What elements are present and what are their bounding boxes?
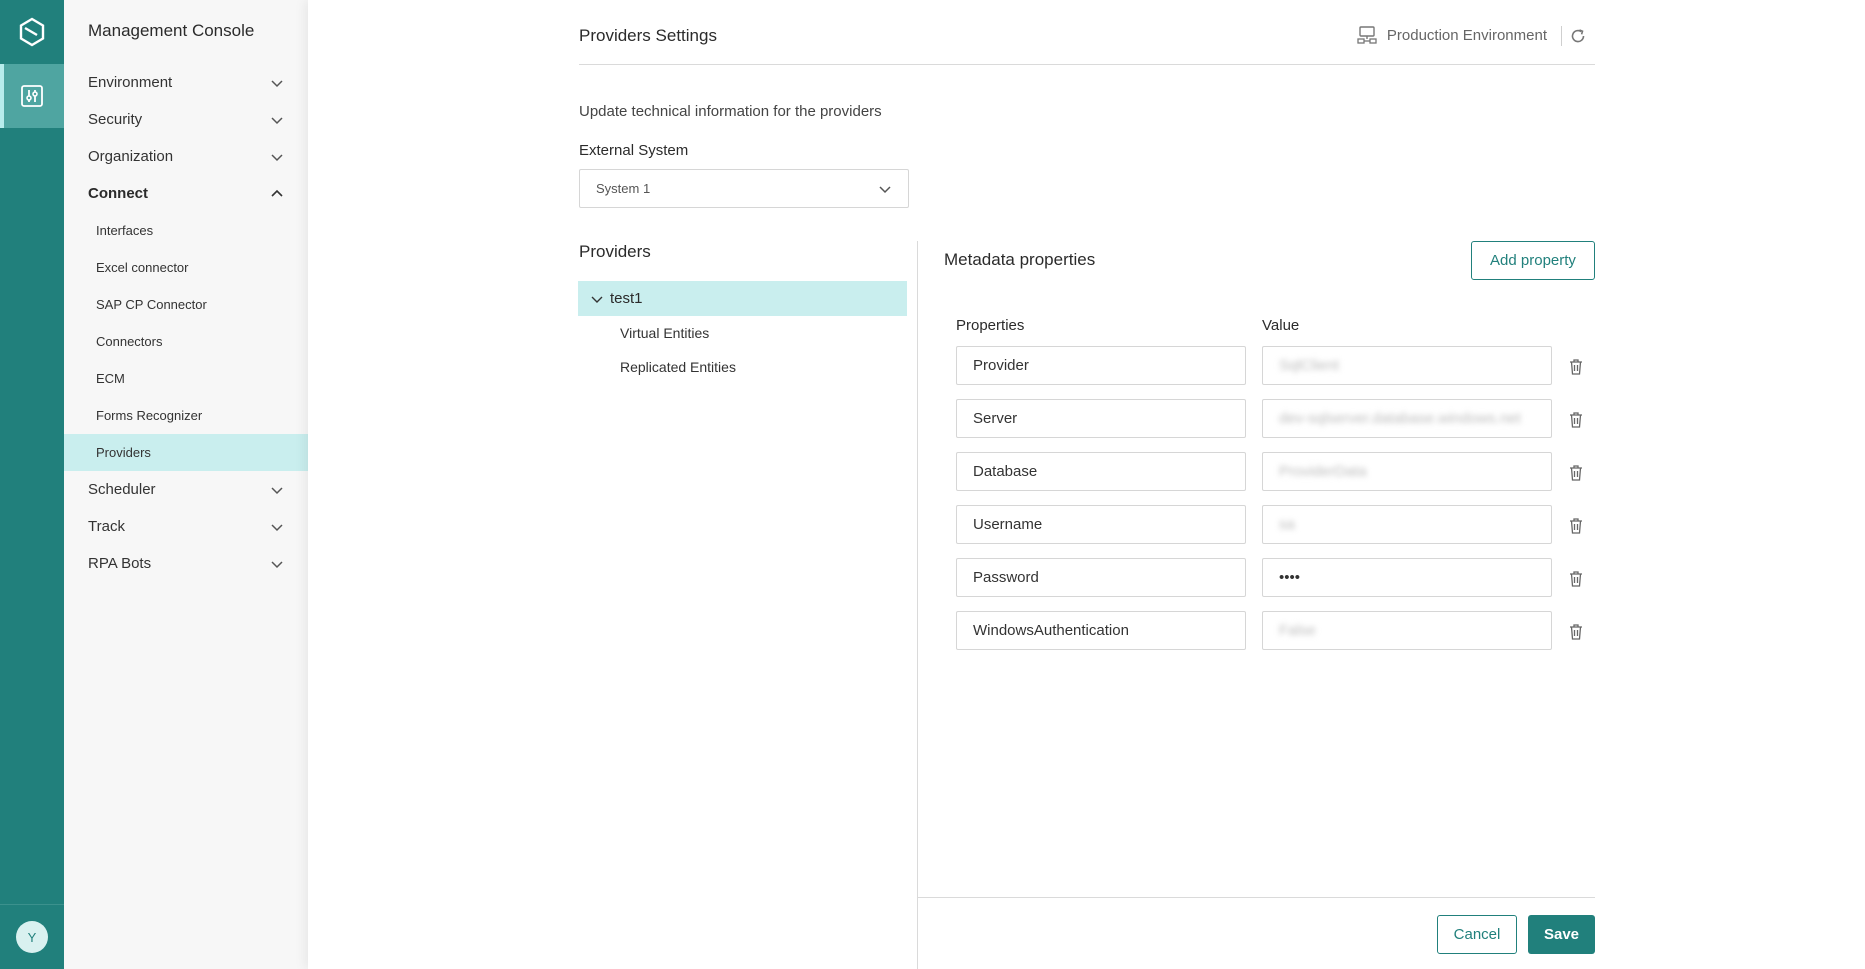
sidebar-item-label: Scheduler: [88, 481, 156, 498]
chevron-up-icon: [271, 189, 283, 197]
sidebar-item-security[interactable]: Security: [64, 101, 308, 138]
chevron-down-icon: [271, 117, 283, 125]
property-value-text: ProviderData: [1279, 463, 1367, 480]
property-value-text: SqlClient: [1279, 357, 1340, 374]
sidebar-subitem-providers[interactable]: Providers: [64, 434, 308, 471]
metadata-title: Metadata properties: [944, 250, 1096, 269]
chevron-down-icon[interactable]: [590, 292, 604, 306]
page-title: Providers Settings: [579, 26, 717, 45]
save-button[interactable]: Save: [1528, 915, 1595, 954]
app-rail: Y: [0, 0, 64, 969]
chevron-down-icon: [271, 154, 283, 162]
environment-label: Production Environment: [1386, 26, 1547, 44]
sidebar-title: Management Console: [88, 21, 255, 40]
cancel-button[interactable]: Cancel: [1437, 915, 1517, 954]
chevron-down-icon: [271, 561, 283, 569]
tree-node-label: test1: [610, 290, 643, 307]
tree-node-test1[interactable]: test1: [578, 281, 907, 316]
sidebar-subitem-connectors[interactable]: Connectors: [64, 323, 308, 360]
sidebar-item-organization[interactable]: Organization: [64, 138, 308, 175]
sidebar-item-track[interactable]: Track: [64, 508, 308, 545]
sidebar: Management Console Environment Security …: [64, 0, 308, 969]
value-column-header: Value: [1262, 317, 1300, 334]
sidebar-subitem-interfaces[interactable]: Interfaces: [64, 212, 308, 249]
console-sliders-icon[interactable]: [0, 64, 64, 128]
property-name-field[interactable]: Provider: [956, 346, 1246, 385]
sidebar-item-label: Environment: [88, 74, 173, 91]
property-value-field[interactable]: dev-sqlserver.database.windows.net: [1262, 399, 1552, 438]
add-property-button[interactable]: Add property: [1471, 241, 1595, 280]
chevron-down-icon: [271, 80, 283, 88]
sidebar-item-label: Organization: [88, 148, 174, 165]
providers-title: Providers: [579, 242, 651, 261]
panel-divider: [917, 241, 918, 969]
sidebar-subitem-ecm[interactable]: ECM: [64, 360, 308, 397]
sidebar-item-environment[interactable]: Environment: [64, 64, 308, 101]
trash-icon[interactable]: [1568, 358, 1584, 376]
property-name-field[interactable]: Username: [956, 505, 1246, 544]
server-icon: [1357, 26, 1377, 44]
property-value-field[interactable]: False: [1262, 611, 1552, 650]
property-value-field[interactable]: sa: [1262, 505, 1552, 544]
hexagon-logo-icon[interactable]: [0, 0, 64, 64]
page-description: Update technical information for the pro…: [579, 103, 882, 120]
property-name-field[interactable]: Database: [956, 452, 1246, 491]
property-value-text: ••••: [1279, 569, 1301, 586]
sidebar-item-scheduler[interactable]: Scheduler: [64, 471, 308, 508]
property-name-field[interactable]: WindowsAuthentication: [956, 611, 1246, 650]
chevron-down-icon: [271, 487, 283, 495]
property-value-field[interactable]: ProviderData: [1262, 452, 1552, 491]
sidebar-item-connect[interactable]: Connect: [64, 175, 308, 212]
tree-node-replicated-entities[interactable]: Replicated Entities: [620, 359, 736, 375]
chevron-down-icon: [879, 186, 891, 194]
footer-divider: [918, 897, 1595, 898]
trash-icon[interactable]: [1568, 517, 1584, 535]
tree-node-virtual-entities[interactable]: Virtual Entities: [620, 325, 709, 341]
property-name-field[interactable]: Server: [956, 399, 1246, 438]
external-system-value: System 1: [596, 181, 651, 196]
environment-indicator: Production Environment: [1357, 26, 1547, 44]
main-panel: Providers Settings Production Environmen…: [308, 0, 1865, 969]
sidebar-subitem-excel-connector[interactable]: Excel connector: [64, 249, 308, 286]
password-value-field[interactable]: ••••: [1262, 558, 1552, 597]
sidebar-item-label: Security: [88, 111, 143, 128]
properties-column-header: Properties: [956, 317, 1025, 334]
sidebar-subitem-sap-cp-connector[interactable]: SAP CP Connector: [64, 286, 308, 323]
sidebar-item-label: Connect: [88, 185, 148, 202]
trash-icon[interactable]: [1568, 570, 1584, 588]
trash-icon[interactable]: [1568, 623, 1584, 641]
sidebar-item-label: Track: [88, 518, 125, 535]
chevron-down-icon: [271, 524, 283, 532]
user-area: Y: [0, 904, 64, 969]
sidebar-item-label: RPA Bots: [88, 555, 152, 572]
external-system-label: External System: [579, 142, 689, 159]
page-header: Providers Settings Production Environmen…: [579, 0, 1595, 65]
property-value-field[interactable]: SqlClient: [1262, 346, 1552, 385]
trash-icon[interactable]: [1568, 411, 1584, 429]
sidebar-nav: Environment Security Organization Connec…: [64, 64, 308, 582]
sidebar-item-rpa-bots[interactable]: RPA Bots: [64, 545, 308, 582]
header-divider: [1561, 26, 1562, 46]
property-value-text: dev-sqlserver.database.windows.net: [1279, 410, 1521, 427]
avatar[interactable]: Y: [16, 921, 48, 953]
property-value-text: False: [1279, 622, 1316, 639]
refresh-icon[interactable]: [1569, 27, 1587, 45]
property-value-text: sa: [1279, 516, 1295, 533]
trash-icon[interactable]: [1568, 464, 1584, 482]
sidebar-subitem-forms-recognizer[interactable]: Forms Recognizer: [64, 397, 308, 434]
external-system-select[interactable]: System 1: [579, 169, 909, 208]
property-name-field[interactable]: Password: [956, 558, 1246, 597]
